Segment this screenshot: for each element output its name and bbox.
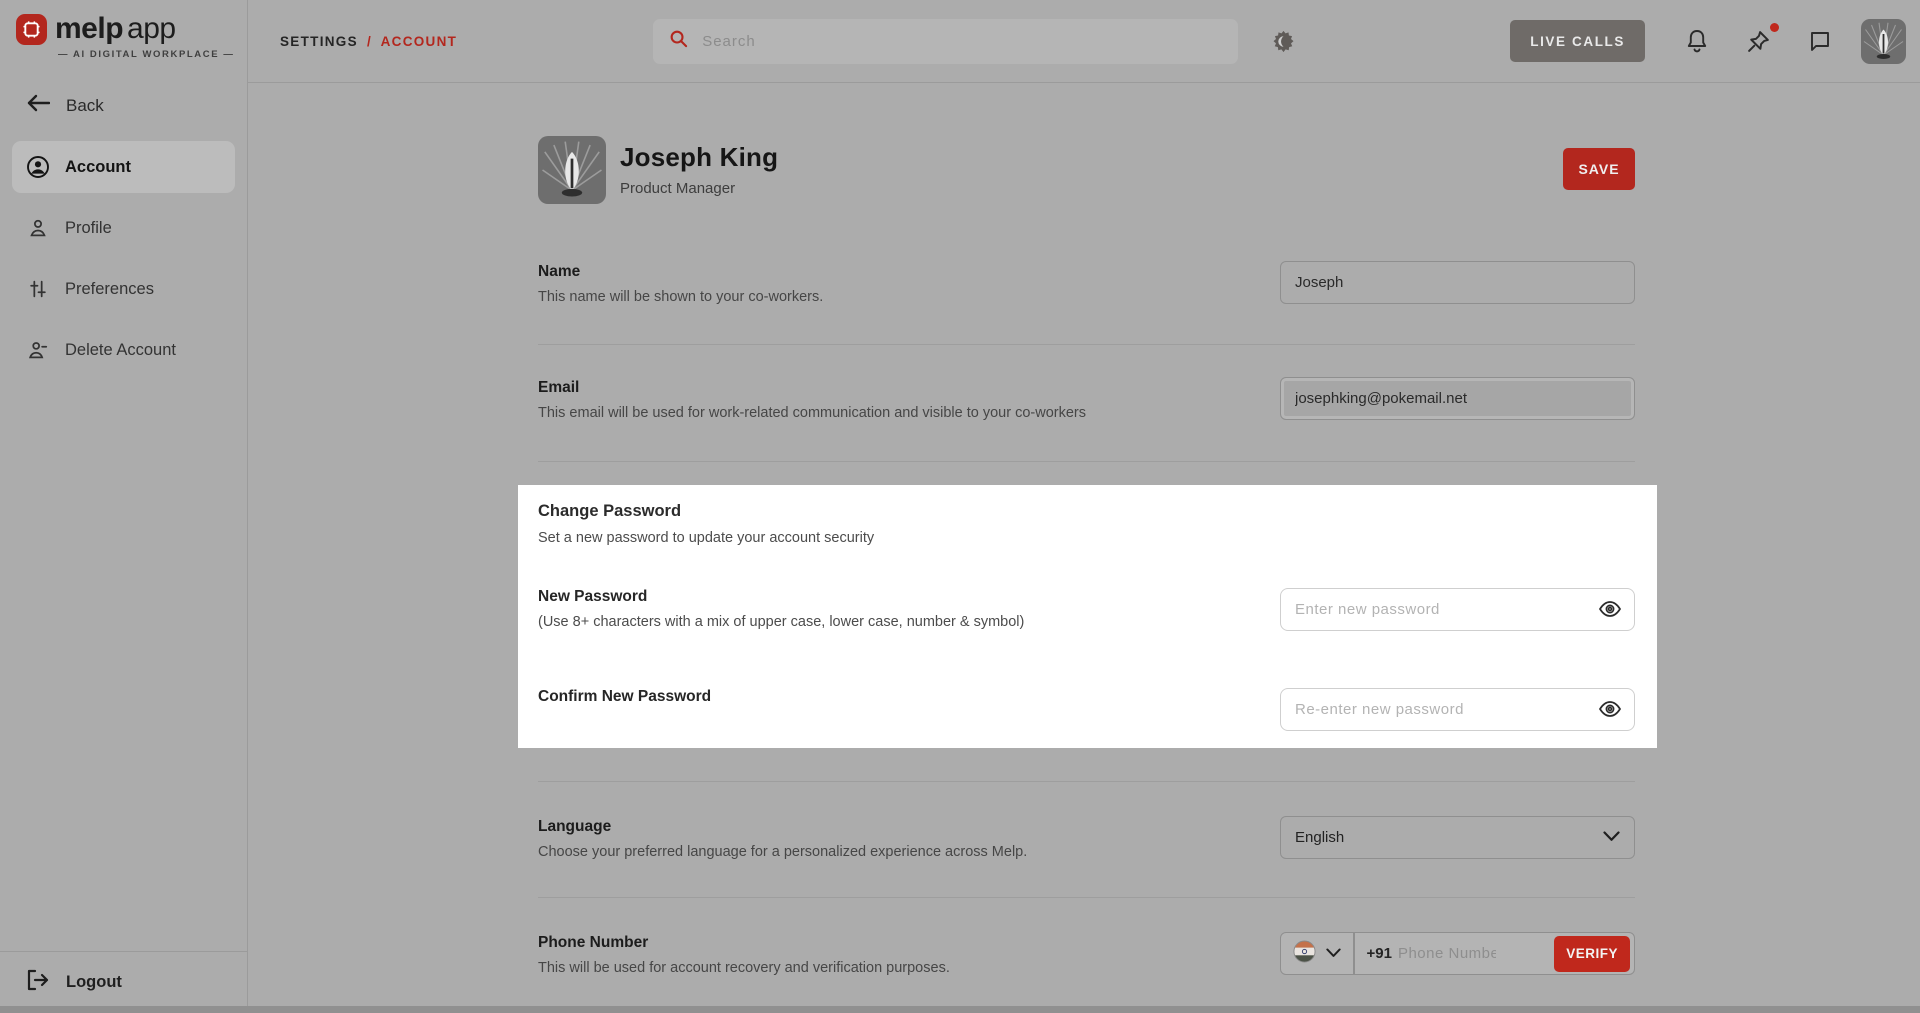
logout-label: Logout xyxy=(66,973,122,992)
sliders-icon xyxy=(26,278,50,300)
account-circle-icon xyxy=(26,155,50,179)
sidebar-item-label: Delete Account xyxy=(65,341,176,360)
melp-logo-icon xyxy=(16,14,47,45)
sidebar-item-delete-account[interactable]: Delete Account xyxy=(12,324,235,376)
logout-icon xyxy=(26,969,50,996)
language-select[interactable]: English xyxy=(1280,816,1635,859)
sidebar-item-preferences[interactable]: Preferences xyxy=(12,263,235,315)
name-label: Name xyxy=(538,263,823,281)
new-password-row: New Password (Use 8+ characters with a m… xyxy=(538,588,1635,631)
bottom-edge-strip xyxy=(0,1006,1920,1013)
theme-toggle-icon[interactable] xyxy=(1271,29,1296,54)
chat-icon[interactable] xyxy=(1808,29,1832,53)
top-bar: SETTINGS / ACCOUNT LIVE CALLS xyxy=(248,0,1920,83)
confirm-password-row: Confirm New Password xyxy=(538,688,1635,731)
change-password-subtitle: Set a new password to update your accoun… xyxy=(538,530,1635,546)
back-label: Back xyxy=(66,96,104,116)
india-flag-icon xyxy=(1293,940,1316,968)
logout-button[interactable]: Logout xyxy=(0,951,247,1013)
confirm-password-input[interactable] xyxy=(1280,688,1635,731)
sidebar-item-label: Preferences xyxy=(65,280,154,299)
sidebar-item-account[interactable]: Account xyxy=(12,141,235,193)
user-role: Product Manager xyxy=(620,180,778,197)
back-arrow-icon xyxy=(26,94,50,117)
profile-avatar[interactable] xyxy=(538,136,606,204)
phone-number-input[interactable] xyxy=(1398,945,1496,962)
name-field-row: Name This name will be shown to your co-… xyxy=(538,261,1635,345)
breadcrumb-page: ACCOUNT xyxy=(381,34,458,49)
account-settings-page: Joseph King Product Manager SAVE Name Th… xyxy=(248,83,1920,1013)
new-password-input[interactable] xyxy=(1280,588,1635,631)
breadcrumb: SETTINGS / ACCOUNT xyxy=(280,34,457,49)
new-password-hint: (Use 8+ characters with a mix of upper c… xyxy=(538,614,1024,630)
email-field-row: Email This email will be used for work-r… xyxy=(538,345,1635,462)
person-minus-icon xyxy=(26,339,50,361)
phone-input-group: +91 VERIFY xyxy=(1280,932,1635,975)
search-input[interactable] xyxy=(702,33,1222,50)
dial-code: +91 xyxy=(1367,945,1392,962)
new-password-label: New Password xyxy=(538,588,1024,606)
show-confirm-password-eye-icon[interactable] xyxy=(1598,698,1622,720)
language-label: Language xyxy=(538,818,1027,836)
verify-button[interactable]: VERIFY xyxy=(1554,936,1630,972)
app-logo: melpapp — AI DIGITAL WORKPLACE — xyxy=(0,0,247,60)
chevron-down-icon xyxy=(1326,945,1341,963)
name-input[interactable] xyxy=(1280,261,1635,304)
email-label: Email xyxy=(538,379,1086,397)
sidebar-item-profile[interactable]: Profile xyxy=(12,202,235,254)
show-password-eye-icon[interactable] xyxy=(1598,598,1622,620)
phone-divider xyxy=(1353,932,1355,975)
language-field-row: Language Choose your preferred language … xyxy=(538,782,1635,898)
profile-header: Joseph King Product Manager SAVE xyxy=(538,136,1635,204)
change-password-panel: Change Password Set a new password to up… xyxy=(518,485,1657,748)
sidebar-item-label: Account xyxy=(65,158,131,177)
person-icon xyxy=(26,217,50,239)
settings-nav: Account Profile Preferences xyxy=(0,141,247,385)
phone-label: Phone Number xyxy=(538,934,950,952)
phone-description: This will be used for account recovery a… xyxy=(538,960,950,976)
user-name: Joseph King xyxy=(620,142,778,173)
breadcrumb-separator: / xyxy=(367,34,372,49)
email-description: This email will be used for work-related… xyxy=(538,405,1086,421)
name-description: This name will be shown to your co-worke… xyxy=(538,289,823,305)
save-button[interactable]: SAVE xyxy=(1563,148,1635,190)
notifications-bell-icon[interactable] xyxy=(1685,28,1709,54)
app-tagline: — AI DIGITAL WORKPLACE — xyxy=(58,49,247,60)
pin-icon[interactable] xyxy=(1746,29,1771,54)
pin-unread-dot xyxy=(1770,23,1779,32)
live-calls-button[interactable]: LIVE CALLS xyxy=(1510,20,1645,62)
chevron-down-icon xyxy=(1603,829,1620,846)
language-description: Choose your preferred language for a per… xyxy=(538,844,1027,860)
email-input[interactable] xyxy=(1280,377,1635,420)
sidebar-item-label: Profile xyxy=(65,219,112,238)
change-password-title: Change Password xyxy=(538,502,1635,521)
country-select[interactable] xyxy=(1281,940,1353,968)
phone-field-row: Phone Number This will be used for accou… xyxy=(538,898,1635,976)
user-avatar[interactable] xyxy=(1861,19,1906,64)
breadcrumb-section: SETTINGS xyxy=(280,34,358,49)
search-bar[interactable] xyxy=(653,19,1238,64)
confirm-password-label: Confirm New Password xyxy=(538,688,711,706)
sidebar: melpapp — AI DIGITAL WORKPLACE — Back Ac… xyxy=(0,0,248,1013)
search-icon xyxy=(669,29,688,53)
back-button[interactable]: Back xyxy=(26,94,247,117)
language-selected-value: English xyxy=(1295,829,1344,846)
app-title: melpapp xyxy=(55,12,176,46)
